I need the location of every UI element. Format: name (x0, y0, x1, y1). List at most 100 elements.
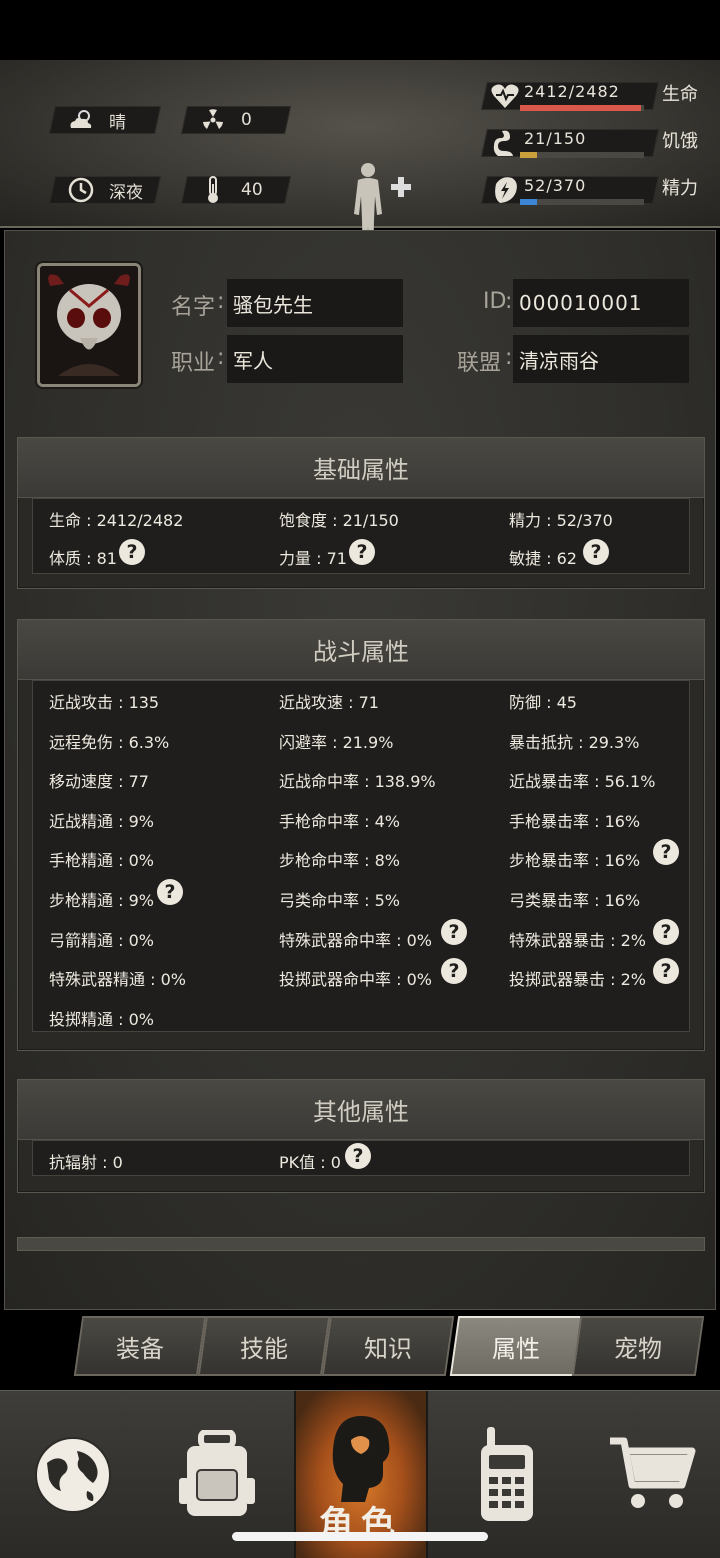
hunger-value: 21/150 (524, 129, 587, 148)
clock-icon (67, 176, 95, 204)
agility-help-icon[interactable]: ? (583, 539, 609, 565)
attr-crit-resist: 暴击抵抗 : 29.3% (509, 733, 640, 752)
hunger-stat: 21/150 饥饿 (481, 125, 720, 161)
tab-knowledge[interactable]: 知识 (321, 1316, 455, 1376)
attr-throw-crit: 投掷武器暴击 : 2% (509, 970, 646, 989)
combat-attributes-title: 战斗属性 (18, 620, 704, 680)
alliance-field: 清凉雨谷 (513, 335, 689, 383)
attr-defense: 防御 : 45 (509, 693, 577, 712)
attr-special-crit: 特殊武器暴击 : 2% (509, 931, 646, 950)
basic-attributes-section: 基础属性 生命 : 2412/2482 饱食度 : 21/150 精力 : 52… (17, 437, 705, 589)
attr-special-mastery: 特殊武器精通 : 0% (49, 970, 186, 989)
health-bar (520, 105, 644, 111)
weather-slot: 晴 (49, 106, 161, 134)
combat-attributes-section: 战斗属性 近战攻击 : 135 近战攻速 : 71 防御 : 45 远程免伤 :… (17, 619, 705, 1051)
throw-hit-help-icon[interactable]: ? (441, 958, 467, 984)
attr-bow-crit: 弓类暴击率 : 16% (509, 891, 641, 910)
id-colon: : (505, 289, 513, 314)
alliance-colon: : (505, 345, 513, 370)
attr-melee-attack: 近战攻击 : 135 (49, 693, 160, 712)
attr-move-speed: 移动速度 : 77 (49, 772, 149, 791)
attr-special-hit: 特殊武器命中率 : 0% (279, 931, 432, 950)
other-attributes-section: 其他属性 抗辐射 : 0 PK值 : 0 ? (17, 1079, 705, 1193)
nav-shop[interactable] (584, 1391, 718, 1558)
attr-rifle-crit: 步枪暴击率 : 16% (509, 851, 641, 870)
home-indicator[interactable] (232, 1532, 488, 1541)
attr-dodge: 闪避率 : 21.9% (279, 733, 394, 752)
weather-sun-cloud-icon (67, 106, 95, 134)
temperature-value: 40 (241, 180, 263, 200)
energy-icon (490, 174, 520, 206)
character-head-icon (332, 1416, 390, 1502)
other-attributes-title: 其他属性 (18, 1080, 704, 1140)
energy-label: 精力 (662, 178, 698, 199)
job-colon: : (217, 345, 225, 370)
attr-pistol-mastery: 手枪精通 : 0% (49, 851, 154, 870)
backpack-icon (179, 1430, 255, 1516)
attr-melee-speed: 近战攻速 : 71 (279, 693, 379, 712)
name-colon: : (217, 289, 225, 314)
constitution-help-icon[interactable]: ? (119, 539, 145, 565)
job-field: 军人 (227, 335, 403, 383)
attr-strength: 力量 : 71 (279, 549, 347, 568)
rifle-mastery-help-icon[interactable]: ? (157, 879, 183, 905)
attr-agility: 敏捷 : 62 (509, 549, 577, 568)
tab-skills[interactable]: 技能 (197, 1316, 331, 1376)
name-field: 骚包先生 (227, 279, 403, 327)
basic-attributes-list: 生命 : 2412/2482 饱食度 : 21/150 精力 : 52/370 … (32, 498, 690, 574)
attr-constitution: 体质 : 81 (49, 549, 117, 568)
time-of-day-value: 深夜 (109, 182, 143, 203)
nav-world-map[interactable] (6, 1391, 140, 1558)
stomach-icon (490, 127, 520, 159)
combat-attributes-list: 近战攻击 : 135 近战攻速 : 71 防御 : 45 远程免伤 : 6.3%… (32, 680, 690, 1032)
attr-pistol-hit: 手枪命中率 : 4% (279, 812, 400, 831)
hunger-label: 饥饿 (662, 131, 698, 152)
alliance-label: 联盟 (457, 351, 502, 376)
time-slot: 深夜 (49, 176, 161, 204)
job-label: 职业 (171, 351, 216, 376)
attr-bow-hit: 弓类命中率 : 5% (279, 891, 400, 910)
health-label: 生命 (662, 84, 698, 105)
radiation-value: 0 (241, 110, 252, 130)
attr-melee-hit: 近战命中率 : 138.9% (279, 772, 436, 791)
special-hit-help-icon[interactable]: ? (441, 919, 467, 945)
weather-value: 晴 (109, 112, 126, 133)
hunger-bar (520, 152, 644, 158)
heart-icon (490, 80, 520, 112)
health-stat: 2412/2482 生命 (481, 78, 720, 114)
basic-attributes-title: 基础属性 (18, 438, 704, 498)
tab-pets[interactable]: 宠物 (571, 1316, 705, 1376)
energy-stat: 52/370 精力 (481, 172, 720, 208)
rifle-crit-help-icon[interactable]: ? (653, 839, 679, 865)
attr-pk-value: PK值 : 0 (279, 1153, 341, 1172)
thermometer-icon (199, 176, 227, 204)
pk-help-icon[interactable]: ? (345, 1143, 371, 1169)
other-attributes-list: 抗辐射 : 0 PK值 : 0 ? (32, 1140, 690, 1176)
radiation-icon (199, 106, 227, 134)
tab-equipment[interactable]: 装备 (73, 1316, 207, 1376)
attr-melee-mastery: 近战精通 : 9% (49, 812, 154, 831)
tab-bar: 装备 技能 知识 属性 宠物 (0, 1312, 720, 1390)
shopping-cart-icon (610, 1437, 696, 1508)
attr-health: 生命 : 2412/2482 (49, 511, 184, 530)
tab-attributes[interactable]: 属性 (449, 1316, 583, 1376)
throw-crit-help-icon[interactable]: ? (653, 958, 679, 984)
attributes-panel: 名字 : 骚包先生 ID : 000010001 职业 : 军人 联盟 : 清凉… (4, 230, 716, 1310)
attr-throw-hit: 投掷武器命中率 : 0% (279, 970, 432, 989)
attr-radiation-resist: 抗辐射 : 0 (49, 1153, 123, 1172)
globe-icon (35, 1437, 111, 1513)
id-label: ID (483, 289, 507, 314)
attr-pistol-crit: 手枪暴击率 : 16% (509, 812, 641, 831)
temperature-slot: 40 (181, 176, 291, 204)
attr-energy: 精力 : 52/370 (509, 511, 613, 530)
special-crit-help-icon[interactable]: ? (653, 919, 679, 945)
attr-satiety: 饱食度 : 21/150 (279, 511, 399, 530)
attr-melee-crit: 近战暴击率 : 56.1% (509, 772, 656, 791)
hud-panel: 晴 0 深夜 40 2412/2482 生命 21/150 饥饿 52/370 … (0, 60, 720, 264)
avatar[interactable] (37, 263, 141, 387)
health-value: 2412/2482 (524, 82, 620, 101)
attr-rifle-mastery: 步枪精通 : 9% (49, 891, 154, 910)
energy-value: 52/370 (524, 176, 587, 195)
strength-help-icon[interactable]: ? (349, 539, 375, 565)
energy-bar (520, 199, 644, 205)
